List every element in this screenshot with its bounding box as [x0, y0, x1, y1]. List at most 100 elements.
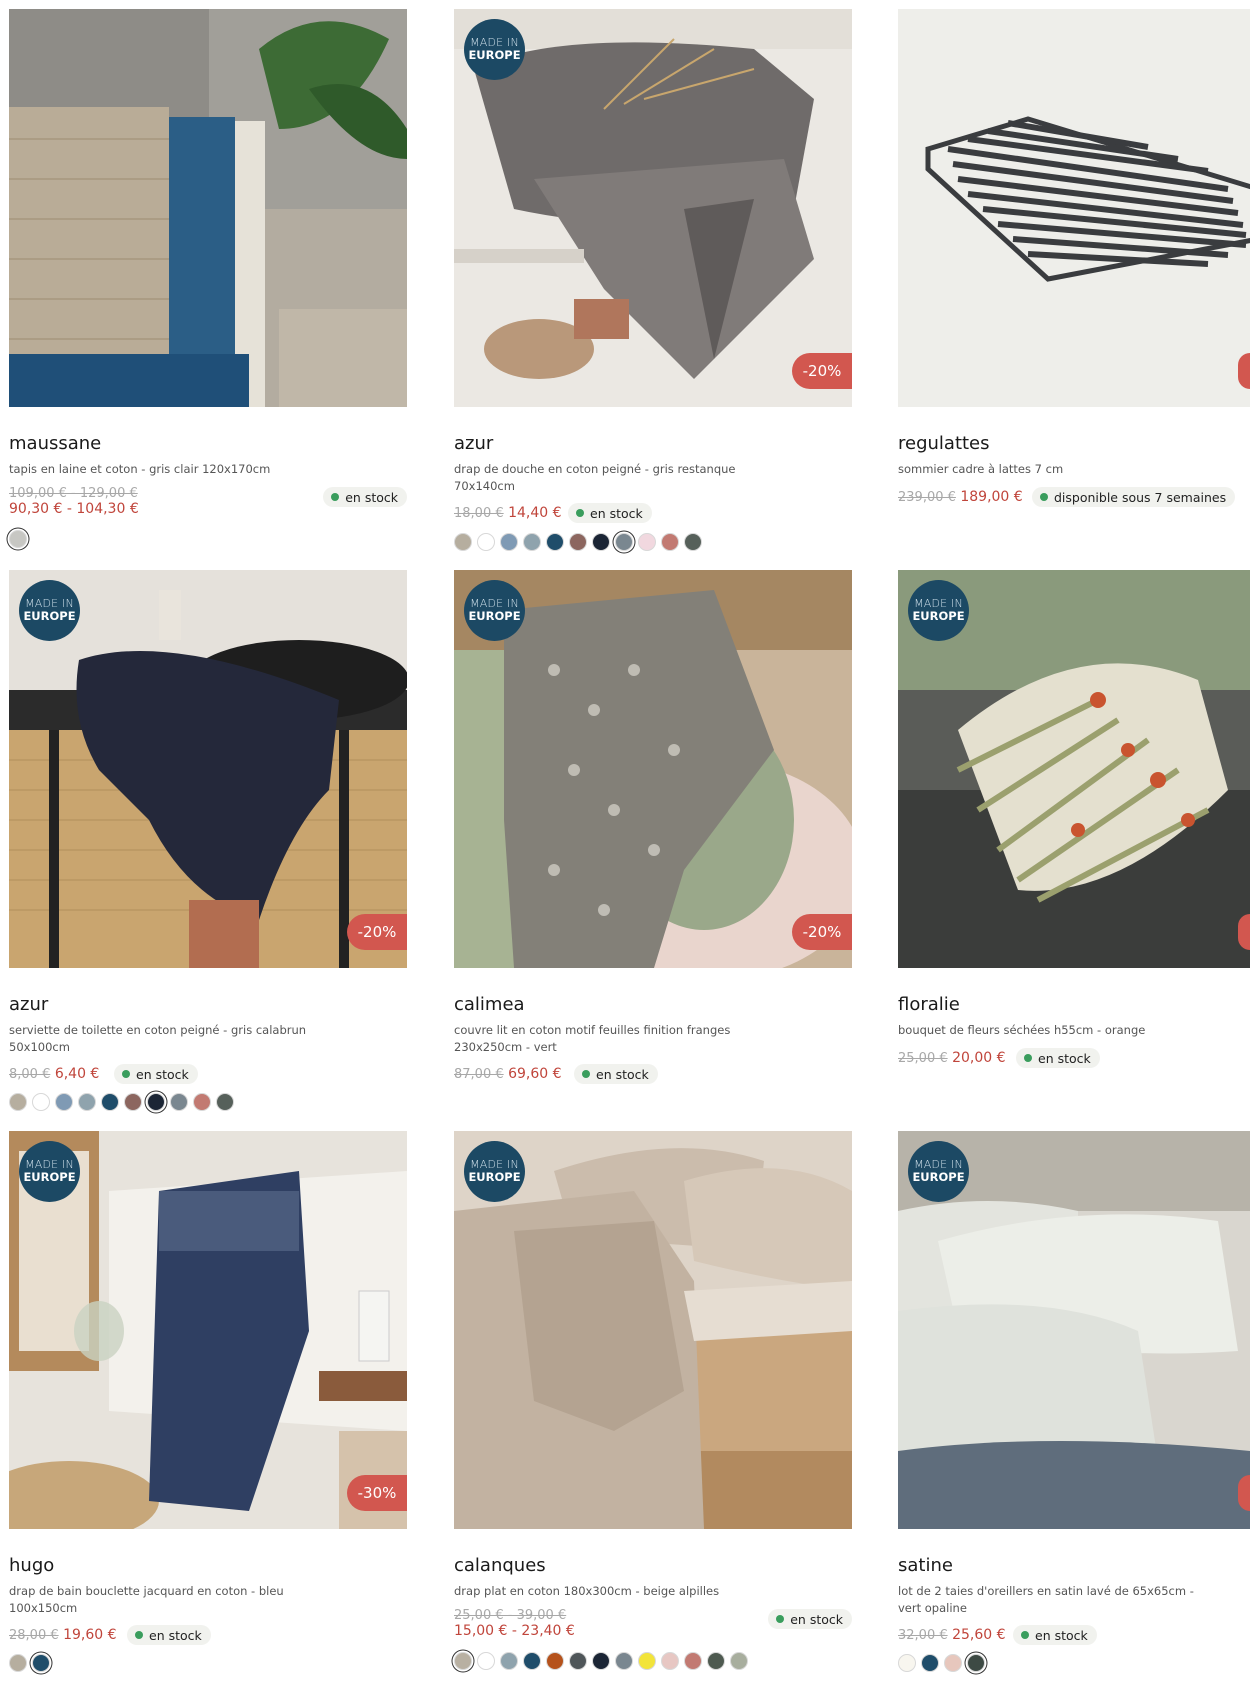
- product-title[interactable]: azur: [454, 433, 493, 454]
- color-swatch[interactable]: [592, 1652, 610, 1670]
- color-swatches: [454, 1652, 748, 1670]
- color-swatch[interactable]: [454, 533, 472, 551]
- color-swatch[interactable]: [592, 533, 610, 551]
- new-price: 20,00 €: [952, 1050, 1006, 1066]
- stock-label: disponible sous 7 semaines: [1054, 489, 1227, 505]
- color-swatch[interactable]: [32, 1654, 50, 1672]
- price: 25,00 € 20,00 €: [898, 1050, 1006, 1066]
- product-title[interactable]: satine: [898, 1555, 953, 1576]
- color-swatch[interactable]: [684, 533, 702, 551]
- color-swatch[interactable]: [500, 533, 518, 551]
- color-swatch[interactable]: [216, 1093, 234, 1111]
- color-swatch[interactable]: [661, 533, 679, 551]
- stock-badge: en stock: [574, 1064, 658, 1084]
- price: 8,00 € 6,40 €: [9, 1066, 99, 1082]
- product-title[interactable]: calimea: [454, 994, 525, 1015]
- new-price: 19,60 €: [63, 1627, 117, 1643]
- badge-line-2: EUROPE: [23, 609, 76, 623]
- color-swatch[interactable]: [638, 1652, 656, 1670]
- old-price: 25,00 €: [898, 1051, 948, 1066]
- color-swatch[interactable]: [921, 1654, 939, 1672]
- old-price: 239,00 €: [898, 490, 956, 505]
- color-swatch[interactable]: [707, 1652, 725, 1670]
- old-price: 109,00 € - 129,00 €: [9, 486, 138, 501]
- product-title[interactable]: calanques: [454, 1555, 546, 1576]
- product-title[interactable]: azur: [9, 994, 48, 1015]
- stock-dot-icon: [331, 493, 340, 501]
- color-swatch[interactable]: [615, 533, 633, 551]
- stock-badge: en stock: [127, 1625, 211, 1645]
- color-swatch[interactable]: [523, 533, 541, 551]
- color-swatch[interactable]: [9, 530, 27, 548]
- color-swatch[interactable]: [9, 1654, 27, 1672]
- product-title[interactable]: maussane: [9, 433, 101, 454]
- color-swatch[interactable]: [730, 1652, 748, 1670]
- color-swatch[interactable]: [477, 533, 495, 551]
- color-swatch[interactable]: [55, 1093, 73, 1111]
- color-swatch[interactable]: [661, 1652, 679, 1670]
- color-swatches: [9, 1654, 50, 1672]
- made-in-europe-badge: MADE IN EUROPE: [19, 1141, 80, 1202]
- price: 25,00 € - 39,00 € 15,00 € - 23,40 €: [454, 1608, 575, 1639]
- color-swatch[interactable]: [193, 1093, 211, 1111]
- color-swatch[interactable]: [684, 1652, 702, 1670]
- made-in-europe-badge: MADE IN EUROPE: [464, 580, 525, 641]
- stock-badge: en stock: [1016, 1048, 1100, 1068]
- new-price: 25,60 €: [952, 1627, 1006, 1643]
- color-swatch[interactable]: [546, 1652, 564, 1670]
- stock-dot-icon: [135, 1631, 143, 1639]
- product-card[interactable]: regulattes sommier cadre à lattes 7 cm 2…: [898, 9, 1250, 564]
- product-title[interactable]: regulattes: [898, 433, 990, 454]
- color-swatch[interactable]: [170, 1093, 188, 1111]
- discount-badge-edge: [1238, 914, 1250, 950]
- color-swatch[interactable]: [454, 1652, 472, 1670]
- color-swatch[interactable]: [101, 1093, 119, 1111]
- product-card[interactable]: MADE IN EUROPE -30% hugo drap de bain bou…: [9, 1131, 407, 1686]
- color-swatch[interactable]: [477, 1652, 495, 1670]
- product-description: couvre lit en coton motif feuilles finit…: [454, 1023, 731, 1054]
- color-swatch[interactable]: [638, 533, 656, 551]
- discount-badge-edge: [1238, 353, 1250, 389]
- product-description: drap de douche en coton peigné - gris re…: [454, 462, 736, 493]
- product-description: serviette de toilette en coton peigné - …: [9, 1023, 307, 1054]
- price: 18,00 € 14,40 €: [454, 505, 562, 521]
- product-description: drap de bain bouclette jacquard en coton…: [9, 1584, 284, 1615]
- color-swatch[interactable]: [569, 1652, 587, 1670]
- color-swatch[interactable]: [898, 1654, 916, 1672]
- product-image[interactable]: [898, 9, 1250, 407]
- product-card[interactable]: MADE IN EUROPE -20% calimea couvre lit en…: [454, 570, 852, 1125]
- stock-dot-icon: [1021, 1631, 1029, 1639]
- stock-badge: en stock: [768, 1609, 852, 1629]
- color-swatch[interactable]: [546, 533, 564, 551]
- color-swatch[interactable]: [569, 533, 587, 551]
- stock-label: en stock: [1038, 1050, 1091, 1066]
- product-title[interactable]: floralie: [898, 994, 960, 1015]
- color-swatch[interactable]: [944, 1654, 962, 1672]
- color-swatches: [9, 1093, 234, 1111]
- color-swatch[interactable]: [615, 1652, 633, 1670]
- color-swatch[interactable]: [78, 1093, 96, 1111]
- product-card[interactable]: MADE IN EUROPE -20% azur serviette de toi…: [9, 570, 407, 1125]
- product-card[interactable]: MADE IN EUROPE calanques drap plat en cot…: [454, 1131, 852, 1686]
- color-swatches: [9, 530, 27, 548]
- product-card[interactable]: MADE IN EUROPE floralie bouquet de fleurs…: [898, 570, 1250, 1125]
- old-price: 25,00 € - 39,00 €: [454, 1608, 567, 1623]
- product-description: sommier cadre à lattes 7 cm: [898, 462, 1064, 476]
- color-swatch[interactable]: [500, 1652, 518, 1670]
- stock-dot-icon: [582, 1070, 590, 1078]
- stock-dot-icon: [776, 1615, 785, 1623]
- color-swatch[interactable]: [523, 1652, 541, 1670]
- color-swatch[interactable]: [147, 1093, 165, 1111]
- color-swatch[interactable]: [9, 1093, 27, 1111]
- color-swatch[interactable]: [32, 1093, 50, 1111]
- color-swatch[interactable]: [967, 1654, 985, 1672]
- stock-dot-icon: [1040, 493, 1048, 501]
- product-card[interactable]: MADE IN EUROPE -20% azur drap de douche e…: [454, 9, 852, 564]
- new-price: 90,30 € - 104,30 €: [9, 501, 139, 517]
- product-title[interactable]: hugo: [9, 1555, 54, 1576]
- color-swatch[interactable]: [124, 1093, 142, 1111]
- product-card[interactable]: MADE IN EUROPE satine lot de 2 taies d'or…: [898, 1131, 1250, 1686]
- product-image[interactable]: [9, 9, 407, 407]
- stock-badge: en stock: [323, 487, 407, 507]
- product-card[interactable]: maussane tapis en laine et coton - gris …: [9, 9, 407, 564]
